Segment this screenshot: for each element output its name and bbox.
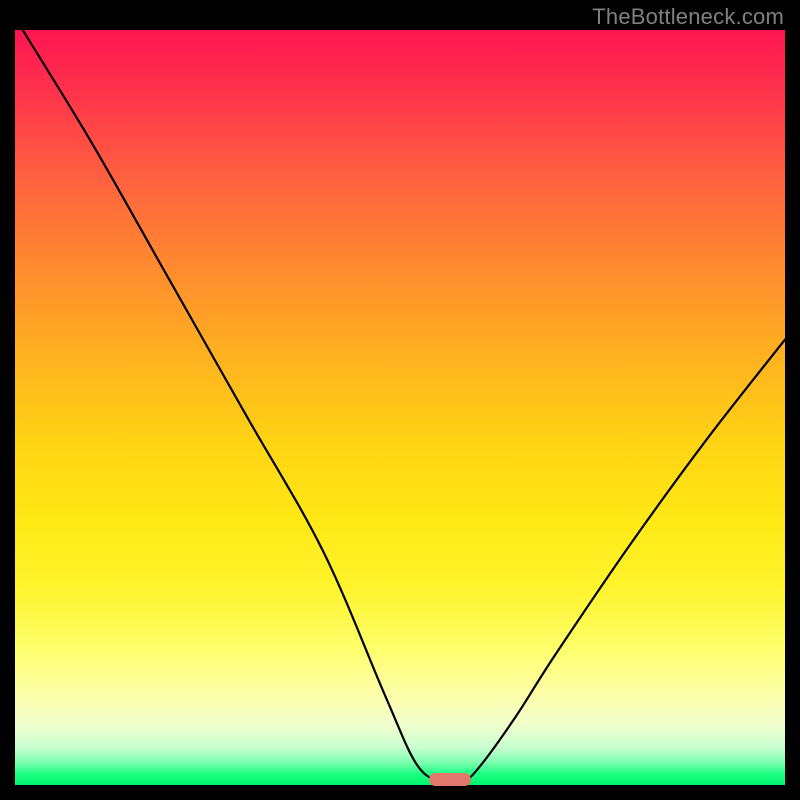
watermark-text: TheBottleneck.com	[592, 4, 784, 30]
plot-area	[15, 30, 785, 785]
bottleneck-curve	[15, 30, 785, 785]
optimal-range-marker	[429, 773, 471, 786]
chart-frame: TheBottleneck.com	[0, 0, 800, 800]
